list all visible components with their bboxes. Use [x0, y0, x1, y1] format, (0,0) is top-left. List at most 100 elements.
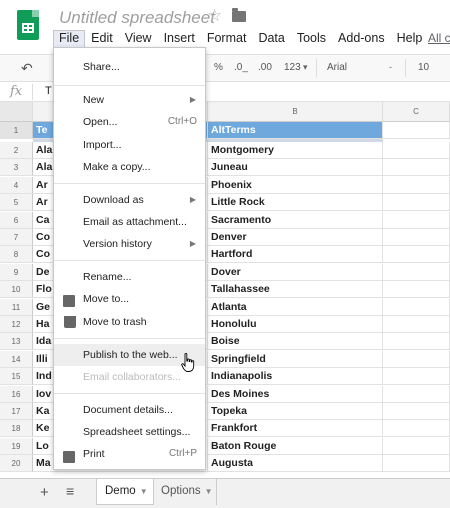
menu-new[interactable]: New ▶: [54, 89, 205, 111]
row-header[interactable]: 5: [0, 194, 33, 212]
menu-addons[interactable]: Add-ons: [332, 30, 391, 48]
row-header[interactable]: 13: [0, 333, 33, 351]
row-header[interactable]: 1: [0, 122, 33, 139]
row-header[interactable]: 20: [0, 455, 33, 473]
cell-b[interactable]: Indianapolis: [208, 368, 383, 386]
cell-b[interactable]: Frankfort: [208, 420, 383, 438]
cell-b[interactable]: Augusta: [208, 455, 383, 473]
cell-c[interactable]: [383, 159, 450, 177]
cell-c[interactable]: [383, 455, 450, 473]
row-header[interactable]: 7: [0, 229, 33, 246]
menu-view[interactable]: View: [119, 30, 158, 48]
row-header[interactable]: 6: [0, 211, 33, 229]
menu-tools[interactable]: Tools: [291, 30, 332, 48]
cell-b[interactable]: Little Rock: [208, 194, 383, 212]
row-header[interactable]: 14: [0, 350, 33, 368]
cell-c[interactable]: [383, 211, 450, 229]
row-header[interactable]: 8: [0, 246, 33, 264]
cell-b[interactable]: Springfield: [208, 350, 383, 368]
all-changes-link[interactable]: All c: [428, 31, 450, 45]
chevron-down-icon[interactable]: ▼: [140, 487, 148, 496]
cell-b[interactable]: Atlanta: [208, 298, 383, 316]
cell-c[interactable]: [383, 176, 450, 194]
folder-icon[interactable]: [232, 8, 246, 22]
cell-c[interactable]: [383, 122, 450, 139]
menu-move-to[interactable]: Move to...: [54, 288, 205, 310]
star-icon[interactable]: ☆: [207, 6, 222, 26]
menu-help[interactable]: Help: [391, 30, 429, 48]
row-header[interactable]: 15: [0, 368, 33, 386]
cell-c[interactable]: [383, 385, 450, 403]
cell-c[interactable]: [383, 316, 450, 333]
cell-b[interactable]: Boise: [208, 333, 383, 351]
menu-format[interactable]: Format: [201, 30, 253, 48]
row-header[interactable]: 10: [0, 281, 33, 299]
cell-c[interactable]: [383, 350, 450, 368]
percent-format-button[interactable]: %: [214, 62, 223, 73]
menu-make-copy[interactable]: Make a copy...: [54, 156, 205, 178]
cell-b[interactable]: AltTerms: [208, 122, 383, 139]
menu-version-history[interactable]: Version history ▶: [54, 233, 205, 255]
document-title[interactable]: Untitled spreadsheet: [59, 8, 215, 28]
cell-b[interactable]: Topeka: [208, 403, 383, 420]
cell-c[interactable]: [383, 437, 450, 455]
cell-b[interactable]: Hartford: [208, 246, 383, 264]
row-header[interactable]: 18: [0, 420, 33, 438]
menu-edit[interactable]: Edit: [85, 30, 119, 48]
cell-c[interactable]: [383, 403, 450, 420]
cell-b[interactable]: Dover: [208, 263, 383, 281]
row-header[interactable]: 16: [0, 385, 33, 403]
cell-b[interactable]: Tallahassee: [208, 281, 383, 299]
all-sheets-menu-icon[interactable]: ≡: [66, 483, 74, 499]
row-header[interactable]: 11: [0, 298, 33, 316]
menu-print[interactable]: Print Ctrl+P: [54, 443, 205, 465]
menu-download-as[interactable]: Download as ▶: [54, 189, 205, 211]
menu-data[interactable]: Data: [252, 30, 290, 48]
menu-move-to-trash[interactable]: Move to trash: [54, 311, 205, 333]
column-header-c[interactable]: C: [383, 102, 450, 122]
cell-c[interactable]: [383, 194, 450, 212]
cell-b[interactable]: Juneau: [208, 159, 383, 177]
decrease-decimal-button[interactable]: .0_: [234, 62, 248, 73]
row-header[interactable]: 4: [0, 176, 33, 194]
menu-insert[interactable]: Insert: [158, 30, 201, 48]
chevron-down-icon[interactable]: ▼: [205, 487, 213, 496]
cell-c[interactable]: [383, 229, 450, 246]
cell-b[interactable]: Honolulu: [208, 316, 383, 333]
cell-c[interactable]: [383, 246, 450, 264]
cell-b[interactable]: Sacramento: [208, 211, 383, 229]
menu-file[interactable]: File: [53, 30, 86, 48]
row-header[interactable]: 17: [0, 403, 33, 420]
cell-b[interactable]: Phoenix: [208, 176, 383, 194]
sheets-logo-icon[interactable]: [17, 10, 39, 40]
menu-email-attachment[interactable]: Email as attachment...: [54, 211, 205, 233]
formula-input[interactable]: T: [45, 85, 52, 97]
cell-c[interactable]: [383, 263, 450, 281]
increase-decimal-button[interactable]: .00: [258, 62, 272, 73]
cell-c[interactable]: [383, 298, 450, 316]
menu-import[interactable]: Import...: [54, 134, 205, 156]
column-header-b[interactable]: B: [208, 102, 383, 122]
cell-b[interactable]: Montgomery: [208, 142, 383, 159]
cell-b[interactable]: Baton Rouge: [208, 437, 383, 455]
select-all-corner[interactable]: [0, 102, 33, 122]
font-size-select[interactable]: 10: [418, 62, 429, 73]
row-header[interactable]: 9: [0, 263, 33, 281]
row-header[interactable]: 12: [0, 316, 33, 333]
cell-c[interactable]: [383, 281, 450, 299]
sheet-tab-options[interactable]: Options ▼: [153, 479, 217, 505]
cell-c[interactable]: [383, 142, 450, 159]
cell-b[interactable]: Denver: [208, 229, 383, 246]
cell-c[interactable]: [383, 368, 450, 386]
row-header[interactable]: 2: [0, 142, 33, 159]
menu-share[interactable]: Share...: [54, 56, 205, 78]
undo-icon[interactable]: ↶: [21, 60, 33, 77]
cell-b[interactable]: Des Moines: [208, 385, 383, 403]
cell-c[interactable]: [383, 420, 450, 438]
font-select[interactable]: Arial: [327, 62, 347, 73]
add-sheet-icon[interactable]: +: [40, 484, 49, 501]
menu-rename[interactable]: Rename...: [54, 266, 205, 288]
row-header[interactable]: 19: [0, 437, 33, 455]
menu-document-details[interactable]: Document details...: [54, 399, 205, 421]
row-header[interactable]: 3: [0, 159, 33, 177]
